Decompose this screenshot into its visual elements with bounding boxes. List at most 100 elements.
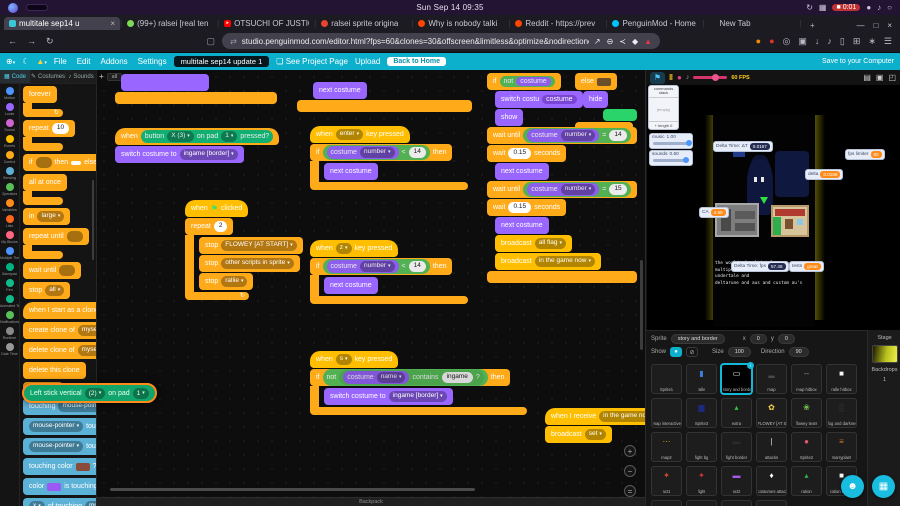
sprite-tile[interactable]: ▂ map [756, 364, 787, 394]
power-icon[interactable]: ○ [887, 3, 892, 12]
url-bar[interactable]: ⇄ studio.penguinmod.com/editor.html?fps=… [222, 33, 661, 49]
block[interactable]: x▾of touchingmouse-pointer▾point [23, 498, 96, 506]
menu-item-file[interactable]: File [54, 57, 67, 66]
block-head[interactable]: next costume [313, 82, 367, 99]
block[interactable]: switch costume to ingame [border] ▾ [324, 388, 453, 405]
block-bar[interactable] [115, 92, 277, 104]
show-on-button[interactable]: ● [670, 347, 683, 357]
block[interactable]: touching color? [23, 458, 96, 475]
sprite-tile[interactable]: ▆ Sprite3 [686, 398, 717, 428]
block[interactable]: mouse-pointer▾touching area of [23, 438, 96, 455]
media-icon[interactable]: ♪ [827, 36, 832, 46]
block[interactable]: coloris touching? [23, 478, 96, 495]
variable-monitor[interactable]: tests great [789, 261, 824, 272]
block-head[interactable]: when I receivein the game now▾ [545, 408, 645, 425]
block[interactable]: stop rallie ▾ [199, 273, 254, 290]
block-head[interactable]: when ⚑ clicked [185, 200, 249, 217]
variable-monitor[interactable]: Delta Time: ΔT 0.0167 [713, 141, 773, 152]
forward-button[interactable]: → [27, 36, 36, 47]
block[interactable]: when enter ▾ key pressed [310, 126, 410, 143]
speaker-icon[interactable]: ♪ [686, 74, 690, 81]
block-head[interactable]: when s ▾ key pressed [310, 351, 399, 368]
block-foot[interactable] [23, 143, 63, 151]
block-head[interactable]: if costume number ▾ <14 then [310, 144, 453, 161]
block-dropdown[interactable]: all flag ▾ [534, 238, 567, 249]
block-input[interactable]: 14 [408, 261, 426, 272]
category-date-time[interactable]: Date Time [0, 343, 19, 356]
slider-monitor[interactable]: music 1.00 [649, 133, 693, 149]
browser-tab[interactable]: ▸ OTSUCHI OF JUSTIC [219, 17, 314, 30]
horizontal-scrollbar[interactable] [110, 488, 475, 491]
block-head[interactable] [121, 74, 209, 91]
sprite-info-badge[interactable]: i [747, 362, 754, 369]
tab-costumes[interactable]: ✎ Costumes [30, 70, 67, 83]
browser-tab[interactable]: ▸Cats but they keep g [802, 17, 804, 30]
block-dropdown[interactable]: ingame [border] ▾ [179, 149, 238, 160]
block-input[interactable]: 10 [51, 123, 70, 134]
shield-icon[interactable]: ◆ [632, 37, 638, 46]
share-icon[interactable]: ≺ [619, 37, 626, 46]
zoom-in-button[interactable]: + [624, 445, 636, 457]
block-head[interactable]: switch costu costume [495, 91, 583, 108]
y-input[interactable]: 0 [777, 334, 795, 344]
palette-scrollbar[interactable] [92, 180, 94, 260]
x-input[interactable]: 0 [749, 334, 767, 344]
category-events[interactable]: Events [0, 135, 19, 148]
reporter-pill[interactable]: costume number ▾ [527, 129, 600, 142]
sprite-tile[interactable]: ✦ act1 [651, 466, 682, 496]
script[interactable]: next costume [297, 82, 472, 112]
block-dropdown[interactable]: in the game now▾ [599, 411, 645, 422]
variable-monitor[interactable]: fps limiter 60 [845, 149, 885, 160]
block-dropdown[interactable]: X (3) ▾ [167, 131, 194, 142]
category-animated-text[interactable]: Animated Text [0, 295, 19, 308]
block[interactable]: broadcast all flag ▾ [495, 235, 573, 252]
addon-icon[interactable]: ∗ [868, 36, 876, 47]
block-dropdown[interactable]: 1 ▾ [221, 131, 238, 142]
script[interactable]: when z ▾ key pressed if costume number ▾ <14 then… [310, 240, 468, 304]
sprite-tile[interactable]: fight bg [686, 432, 717, 462]
direction-input[interactable]: 90 [788, 347, 809, 357]
stage-viewport[interactable]: the world of multi talemultiple universe… [647, 85, 900, 330]
block-head[interactable]: when enter ▾ key pressed [310, 126, 410, 143]
block-dropdown[interactable]: FLOWEY [AT START] ▾ [221, 240, 297, 251]
scripts-workspace[interactable]: + all when button X (3) ▾ on pad 1 ▾ pressed? sw… [97, 70, 645, 497]
category-looks[interactable]: Looks [0, 103, 19, 116]
stage-thumbnail[interactable] [871, 345, 898, 363]
block-head[interactable]: wait until costume number ▾ = 15 [487, 181, 637, 198]
script[interactable]: when ⚑ clicked repeat 2 stop FLOWEY [AT START]… [185, 200, 303, 300]
block[interactable]: wait until costume number ▾ = 15 [487, 181, 637, 198]
script[interactable]: if not costume switch costu costume show wait … [487, 73, 637, 283]
sprite-tile[interactable]: ♦ costumes attack [756, 466, 787, 496]
block-dropdown[interactable]: mouse-pointer▾ [29, 441, 84, 452]
sync-icon[interactable]: ↻ [806, 3, 813, 12]
block-dropdown[interactable]: z ▾ [335, 243, 352, 254]
block-head[interactable]: when z ▾ key pressed [310, 240, 399, 257]
block[interactable]: delete clone ofmyself▾ [23, 342, 96, 359]
back-to-home-button[interactable]: Back to Home [387, 57, 447, 66]
new-tab-button[interactable]: + [810, 21, 815, 30]
block-head[interactable]: when button X (3) ▾ on pad 1 ▾ pressed? [115, 128, 280, 145]
block-head[interactable]: x▾of touchingmouse-pointer▾point [23, 498, 96, 506]
zoom-out-button[interactable]: − [624, 465, 636, 477]
block-head[interactable]: mouse-pointer▾touchingthis sprite▾? [23, 418, 96, 435]
reporter-pill[interactable]: costume [516, 77, 551, 86]
tab-close-button[interactable]: × [110, 19, 115, 28]
url-text[interactable]: studio.penguinmod.com/editor.html?fps=60… [242, 37, 589, 46]
block-head[interactable]: touching color? [23, 458, 96, 475]
tab-code[interactable]: ▦ Code [0, 70, 31, 83]
close-button[interactable]: × [887, 21, 892, 30]
block[interactable]: all at once [23, 174, 67, 205]
script[interactable]: when button X (3) ▾ on pad 1 ▾ pressed? switch c… [115, 128, 280, 163]
category-runtime[interactable]: Runtime [0, 327, 19, 340]
category-sensing[interactable]: Sensing [0, 167, 19, 180]
list-monitor[interactable]: commands stack (empty) + length 0 [648, 85, 679, 130]
dragged-gamepad-block[interactable]: Left stick vertical (2) ▾ on pad 1 ▾ [22, 383, 157, 403]
reporter-pill[interactable]: costume number ▾ [527, 183, 600, 196]
block-head[interactable]: mouse-pointer▾touching area of [23, 438, 96, 455]
block-dropdown[interactable]: large ▾ [37, 211, 65, 222]
boolean-slot[interactable] [66, 231, 83, 242]
block-head[interactable]: stop rallie ▾ [199, 273, 254, 290]
reporter-pill[interactable]: costume [542, 95, 577, 104]
block-head[interactable]: wait until costume number ▾ = 14 [487, 127, 637, 144]
block-head[interactable]: repeat 10 [23, 120, 76, 137]
